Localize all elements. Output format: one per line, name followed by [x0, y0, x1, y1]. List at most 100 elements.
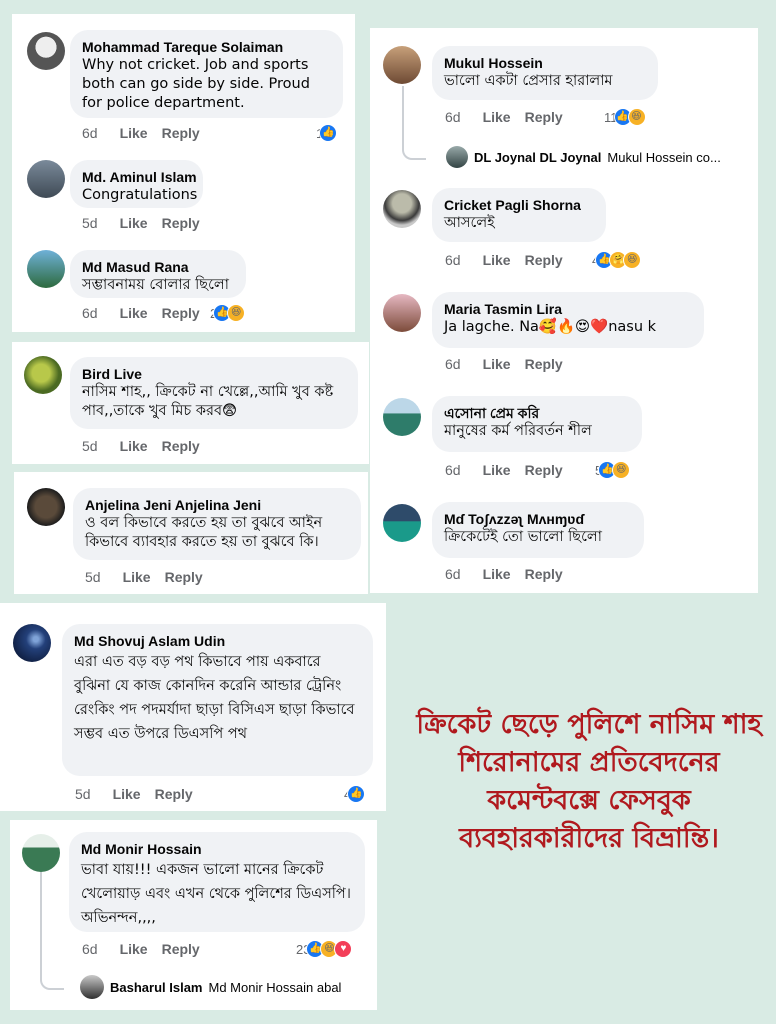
- comment-bubble: Anjelina Jeni Anjelina Jeni ও বল কিভাবে …: [73, 488, 361, 560]
- commenter-name[interactable]: Mukul Hossein: [444, 54, 646, 72]
- comment-time[interactable]: 6d: [82, 941, 98, 957]
- like-button[interactable]: Like: [483, 356, 511, 372]
- comment-bubble: Maria Tasmin Lira Ja lagche. Na🥰🔥😍❤️nasu…: [432, 292, 704, 348]
- like-button[interactable]: Like: [483, 252, 511, 268]
- comment-time[interactable]: 6d: [82, 125, 98, 141]
- reply-button[interactable]: Reply: [155, 786, 193, 802]
- avatar[interactable]: [383, 294, 421, 332]
- commenter-name[interactable]: Md Masud Rana: [82, 258, 234, 276]
- avatar[interactable]: [27, 160, 65, 198]
- reaction-summary[interactable]: 1👍: [316, 124, 338, 142]
- comment-bubble: এসোনা প্রেম করি মানুষের কর্ম পরিবর্তন শী…: [432, 396, 642, 452]
- commenter-name[interactable]: Md Monir Hossain: [81, 840, 353, 858]
- like-button[interactable]: Like: [483, 566, 511, 582]
- comment-bubble: Cricket Pagli Shorna আসলেই: [432, 188, 606, 242]
- avatar[interactable]: [80, 975, 104, 999]
- comment-actions: 6d Like Reply: [445, 109, 563, 125]
- like-button[interactable]: Like: [120, 125, 148, 141]
- comment-time[interactable]: 6d: [82, 305, 98, 321]
- haha-reaction-icon: 😆: [612, 461, 631, 479]
- commenter-name[interactable]: Md Shovuj Aslam Udin: [74, 632, 361, 650]
- reply-author[interactable]: Basharul Islam: [110, 980, 203, 995]
- like-button[interactable]: Like: [120, 215, 148, 231]
- comment-text: Why not cricket. Job and sports both can…: [82, 57, 310, 111]
- commenter-name[interactable]: Bird Live: [82, 365, 346, 383]
- comment-time[interactable]: 6d: [445, 252, 461, 268]
- reaction-summary[interactable]: 4👍🤗😆: [592, 251, 642, 269]
- comment-actions: 6d Like Reply: [445, 462, 563, 478]
- reaction-summary[interactable]: 23 👍 😆 ♥: [296, 940, 353, 958]
- reply-button[interactable]: Reply: [525, 252, 563, 268]
- comment-time[interactable]: 6d: [445, 462, 461, 478]
- avatar[interactable]: [27, 488, 65, 526]
- reply-button[interactable]: Reply: [525, 356, 563, 372]
- comment-actions: 6d Like Reply: [82, 941, 200, 957]
- reply-button[interactable]: Reply: [525, 566, 563, 582]
- comment-bubble: Md Masud Rana সম্ভাবনাময় বোলার ছিলো: [70, 250, 246, 298]
- avatar[interactable]: [446, 146, 468, 168]
- reply-button[interactable]: Reply: [162, 125, 200, 141]
- like-button[interactable]: Like: [120, 438, 148, 454]
- comment-time[interactable]: 5d: [85, 569, 101, 585]
- like-button[interactable]: Like: [123, 569, 151, 585]
- reaction-summary[interactable]: 5👍😆: [595, 461, 631, 479]
- comment-bubble: Md Shovuj Aslam Udin এরা এত বড় বড় পথ ক…: [62, 624, 373, 776]
- reaction-summary[interactable]: 4👍: [344, 785, 366, 803]
- commenter-name[interactable]: Mohammad Tareque Solaiman: [82, 38, 331, 56]
- comment-text: Ja lagche. Na🥰🔥😍❤️nasu k: [444, 319, 657, 335]
- avatar[interactable]: [27, 32, 65, 70]
- comment-text: ক্রিকেটেই তো ভালো ছিলো: [444, 529, 602, 545]
- comment-time[interactable]: 5d: [82, 438, 98, 454]
- comment-time[interactable]: 6d: [445, 566, 461, 582]
- avatar[interactable]: [383, 46, 421, 84]
- like-button[interactable]: Like: [483, 109, 511, 125]
- commenter-name[interactable]: Mɗ Toʃʌzzəʅ Mʌнɱʋɗ: [444, 510, 632, 528]
- comment-time[interactable]: 6d: [445, 356, 461, 372]
- reply-button[interactable]: Reply: [162, 305, 200, 321]
- reply-preview[interactable]: Basharul Islam Md Monir Hossain abal: [80, 975, 341, 999]
- commenter-name[interactable]: Cricket Pagli Shorna: [444, 196, 594, 214]
- avatar[interactable]: [22, 834, 60, 872]
- commenter-name[interactable]: Md. Aminul Islam: [82, 168, 197, 186]
- avatar[interactable]: [383, 504, 421, 542]
- commenter-name[interactable]: Maria Tasmin Lira: [444, 300, 692, 318]
- reply-thread-line: [40, 872, 64, 990]
- reply-author[interactable]: DL Joynal DL Joynal: [474, 150, 601, 165]
- haha-reaction-icon: 😆: [623, 251, 642, 269]
- comment-bubble: Mukul Hossein ভালো একটা প্রেসার হারালাম: [432, 46, 658, 100]
- commenter-name[interactable]: Anjelina Jeni Anjelina Jeni: [85, 496, 349, 514]
- comment-time[interactable]: 5d: [75, 786, 91, 802]
- reaction-summary[interactable]: 2👍😆: [210, 304, 246, 322]
- avatar[interactable]: [24, 356, 62, 394]
- reply-button[interactable]: Reply: [162, 941, 200, 957]
- comment-text: সম্ভাবনাময় বোলার ছিলো: [82, 277, 229, 293]
- reply-button[interactable]: Reply: [165, 569, 203, 585]
- comment-actions: 6d Like Reply: [82, 305, 200, 321]
- reaction-summary[interactable]: 11 👍 😆: [604, 108, 646, 126]
- love-reaction-icon: ♥: [334, 940, 353, 958]
- avatar[interactable]: [383, 190, 421, 228]
- comment-text: এরা এত বড় বড় পথ কিভাবে পায় একবারে বুঝ…: [74, 654, 355, 742]
- like-button[interactable]: Like: [113, 786, 141, 802]
- comment-text: নাসিম শাহ,, ক্রিকেট না খেল্লে,,আমি খুব ক…: [82, 384, 334, 419]
- comment-actions: 6d Like Reply: [445, 356, 563, 372]
- like-button[interactable]: Like: [120, 941, 148, 957]
- avatar[interactable]: [27, 250, 65, 288]
- reply-text: Mukul Hossein co...: [607, 149, 721, 165]
- reply-button[interactable]: Reply: [525, 109, 563, 125]
- comment-text: ভালো একটা প্রেসার হারালাম: [444, 73, 613, 89]
- like-button[interactable]: Like: [120, 305, 148, 321]
- avatar[interactable]: [13, 624, 51, 662]
- reply-preview[interactable]: DL Joynal DL Joynal Mukul Hossein co...: [446, 146, 721, 168]
- comment-text: Congratulations: [82, 187, 198, 203]
- reply-button[interactable]: Reply: [525, 462, 563, 478]
- avatar[interactable]: [383, 398, 421, 436]
- comment-time[interactable]: 5d: [82, 215, 98, 231]
- like-reaction-icon: 👍: [347, 785, 366, 803]
- comment-text: আসলেই: [444, 215, 495, 231]
- commenter-name[interactable]: এসোনা প্রেম করি: [444, 404, 630, 422]
- comment-time[interactable]: 6d: [445, 109, 461, 125]
- reply-button[interactable]: Reply: [162, 438, 200, 454]
- like-button[interactable]: Like: [483, 462, 511, 478]
- reply-button[interactable]: Reply: [162, 215, 200, 231]
